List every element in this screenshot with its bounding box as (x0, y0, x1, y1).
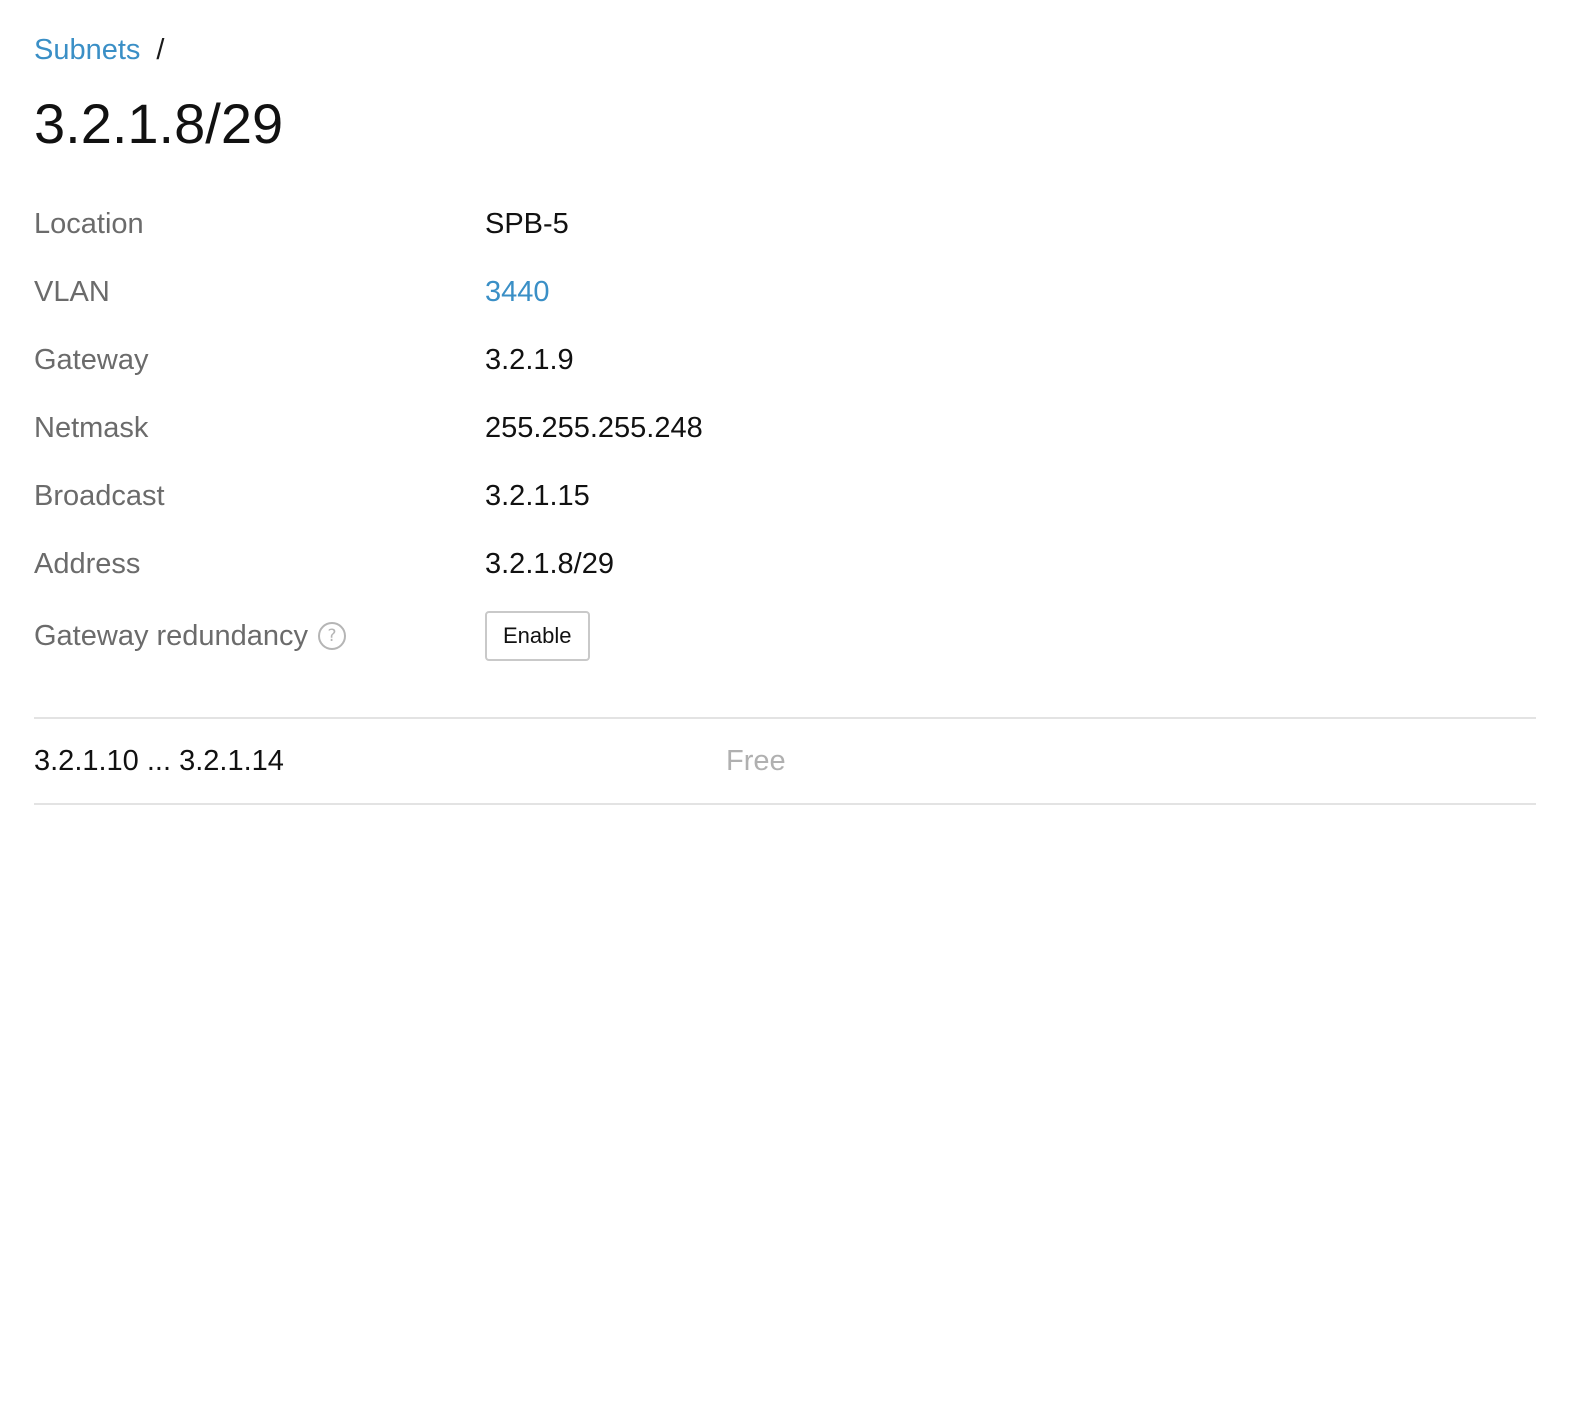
property-row-gateway-redundancy: Gateway redundancy ? Enable (34, 602, 1536, 670)
breadcrumb-separator: / (156, 33, 165, 66)
table-row: 3.2.1.10 ... 3.2.1.14 Free (34, 719, 1536, 803)
property-label: Broadcast (34, 479, 165, 512)
vlan-link[interactable]: 3440 (485, 276, 550, 309)
property-value-broadcast: 3.2.1.15 (485, 479, 590, 512)
ip-range-table: 3.2.1.10 ... 3.2.1.14 Free (34, 717, 1536, 805)
property-value-location: SPB-5 (485, 207, 569, 240)
property-label: Location (34, 207, 144, 240)
property-row-broadcast: Broadcast 3.2.1.15 (34, 462, 1536, 530)
property-label: Address (34, 547, 141, 580)
property-value-netmask: 255.255.255.248 (485, 411, 703, 444)
property-label: Netmask (34, 411, 149, 444)
property-row-netmask: Netmask 255.255.255.248 (34, 394, 1536, 462)
property-label: VLAN (34, 275, 110, 308)
breadcrumb-subnets-link[interactable]: Subnets (34, 34, 140, 67)
breadcrumb: Subnets / (34, 30, 164, 70)
property-row-address: Address 3.2.1.8/29 (34, 530, 1536, 598)
status-cell: Free (726, 744, 786, 777)
property-row-gateway: Gateway 3.2.1.9 (34, 326, 1536, 394)
page-title: 3.2.1.8/29 (34, 92, 284, 155)
question-circle-icon[interactable]: ? (318, 622, 347, 650)
property-label: Gateway (34, 343, 149, 376)
property-label: Gateway redundancy ? (34, 620, 485, 653)
gateway-redundancy-label: Gateway redundancy (34, 619, 309, 652)
enable-gateway-redundancy-button[interactable]: Enable (485, 611, 590, 661)
property-value-address: 3.2.1.8/29 (485, 547, 614, 580)
property-row-location: Location SPB-5 (34, 190, 1536, 258)
property-row-vlan: VLAN 3440 (34, 258, 1536, 326)
property-value-gateway: 3.2.1.9 (485, 343, 574, 376)
ip-range-cell: 3.2.1.10 ... 3.2.1.14 (34, 744, 284, 777)
